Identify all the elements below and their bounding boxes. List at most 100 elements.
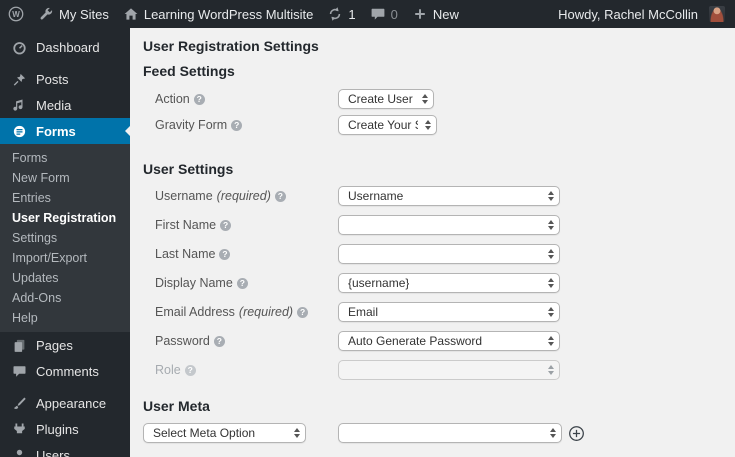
sidebar-item-pages[interactable]: Pages [0, 332, 130, 358]
sidebar-item-plugins[interactable]: Plugins [0, 416, 130, 442]
sidebar-label: Users [36, 447, 70, 457]
update-count: 1 [348, 6, 356, 22]
gravity-form-select[interactable]: Create Your Site [338, 115, 437, 135]
help-icon[interactable]: ? [236, 277, 248, 289]
plus-icon [412, 6, 428, 22]
action-select[interactable]: Create User [338, 89, 434, 109]
paintbrush-icon [12, 396, 27, 411]
help-icon[interactable]: ? [219, 248, 231, 260]
avatar [709, 6, 725, 22]
role-row: Role ? [143, 360, 715, 380]
feed-settings-heading: Feed Settings [143, 63, 235, 79]
password-row: Password ? Auto Generate Password [143, 331, 715, 351]
plug-icon [12, 422, 27, 437]
username-row: Username (required) ? Username [143, 186, 715, 206]
username-select[interactable]: Username [338, 186, 560, 206]
help-icon[interactable]: ? [231, 119, 243, 131]
account-menu[interactable]: Howdy, Rachel McCollin [558, 6, 725, 22]
display-name-row: Display Name ? {username} [143, 273, 715, 293]
submenu-item-add-ons[interactable]: Add-Ons [0, 288, 130, 308]
sidebar-label: Dashboard [36, 39, 100, 55]
wordpress-logo-icon: W [8, 6, 24, 22]
comments-menu[interactable]: 0 [370, 6, 398, 22]
page-title: User Registration Settings [143, 38, 319, 54]
required-marker: (required) [238, 305, 294, 319]
help-icon[interactable]: ? [193, 93, 205, 105]
submenu-item-user-registration[interactable]: User Registration [0, 208, 130, 228]
select-arrows-icon [547, 278, 554, 288]
user-icon [12, 448, 27, 457]
new-label: New [432, 6, 459, 22]
submenu-item-new-form[interactable]: New Form [0, 168, 130, 188]
meta-option-select[interactable]: Select Meta Option [143, 423, 306, 443]
submenu-item-import-export[interactable]: Import/Export [0, 248, 130, 268]
help-icon[interactable]: ? [274, 190, 286, 202]
sidebar-item-users[interactable]: Users [0, 442, 130, 457]
email-address-label: Email Address [155, 305, 235, 319]
main-content: User Registration Settings Feed Settings… [130, 28, 735, 457]
first-name-select[interactable] [338, 215, 560, 235]
wordpress-logo-menu[interactable]: W [8, 6, 24, 22]
last-name-select[interactable] [338, 244, 560, 264]
display-name-select[interactable]: {username} [338, 273, 560, 293]
submenu-item-settings[interactable]: Settings [0, 228, 130, 248]
site-menu[interactable]: Learning WordPress Multisite [123, 6, 314, 22]
my-sites-menu[interactable]: My Sites [38, 6, 109, 22]
email-address-select[interactable]: Email [338, 302, 560, 322]
sidebar-item-media[interactable]: Media [0, 92, 130, 118]
submenu-item-help[interactable]: Help [0, 308, 130, 328]
updates-icon [327, 6, 343, 22]
password-select[interactable]: Auto Generate Password [338, 331, 560, 351]
howdy-text: Howdy, Rachel McCollin [558, 6, 698, 22]
select-arrows-icon [547, 191, 554, 201]
sidebar-label: Comments [36, 363, 99, 379]
sidebar-item-forms[interactable]: Forms [0, 118, 130, 144]
sidebar-label: Forms [36, 123, 76, 139]
updates-menu[interactable]: 1 [327, 6, 356, 22]
gravity-form-label: Gravity Form [155, 118, 228, 132]
admin-sidebar: Dashboard Posts Media Forms Forms New Fo… [0, 28, 130, 457]
help-icon[interactable]: ? [220, 219, 232, 231]
sidebar-item-appearance[interactable]: Appearance [0, 390, 130, 416]
home-icon [123, 6, 139, 22]
sidebar-item-posts[interactable]: Posts [0, 66, 130, 92]
new-content-menu[interactable]: New [412, 6, 459, 22]
select-arrows-icon [421, 94, 428, 104]
sidebar-item-dashboard[interactable]: Dashboard [0, 34, 130, 60]
meta-value-select[interactable] [338, 423, 562, 443]
display-name-label: Display Name [155, 276, 233, 290]
select-arrows-icon [293, 428, 300, 438]
select-arrows-icon [547, 336, 554, 346]
user-meta-row: Select Meta Option [143, 423, 715, 443]
last-name-label: Last Name [155, 247, 216, 261]
last-name-row: Last Name ? [143, 244, 715, 264]
first-name-row: First Name ? [143, 215, 715, 235]
action-row: Action ? Create User [143, 89, 715, 109]
help-icon: ? [184, 364, 196, 376]
required-marker: (required) [216, 189, 271, 203]
select-arrows-icon [547, 365, 554, 375]
svg-text:W: W [12, 10, 20, 19]
sidebar-item-comments[interactable]: Comments [0, 358, 130, 384]
add-meta-icon[interactable] [568, 425, 585, 442]
submenu-item-updates[interactable]: Updates [0, 268, 130, 288]
role-label: Role [155, 363, 181, 377]
site-name: Learning WordPress Multisite [143, 6, 314, 22]
dashboard-icon [12, 40, 27, 55]
help-icon[interactable]: ? [213, 335, 225, 347]
select-arrows-icon [549, 428, 556, 438]
my-sites-label: My Sites [59, 6, 109, 22]
select-arrows-icon [547, 220, 554, 230]
select-arrows-icon [547, 249, 554, 259]
admin-bar: W My Sites Learning WordPress Multisite … [0, 0, 735, 28]
select-arrows-icon [547, 307, 554, 317]
submenu-item-entries[interactable]: Entries [0, 188, 130, 208]
sidebar-label: Pages [36, 337, 73, 353]
comment-count: 0 [390, 6, 398, 22]
submenu-item-forms[interactable]: Forms [0, 148, 130, 168]
user-settings-heading: User Settings [143, 161, 234, 177]
select-arrows-icon [424, 120, 431, 130]
wrench-icon [38, 6, 54, 22]
sidebar-label: Appearance [36, 395, 107, 411]
help-icon[interactable]: ? [297, 306, 309, 318]
